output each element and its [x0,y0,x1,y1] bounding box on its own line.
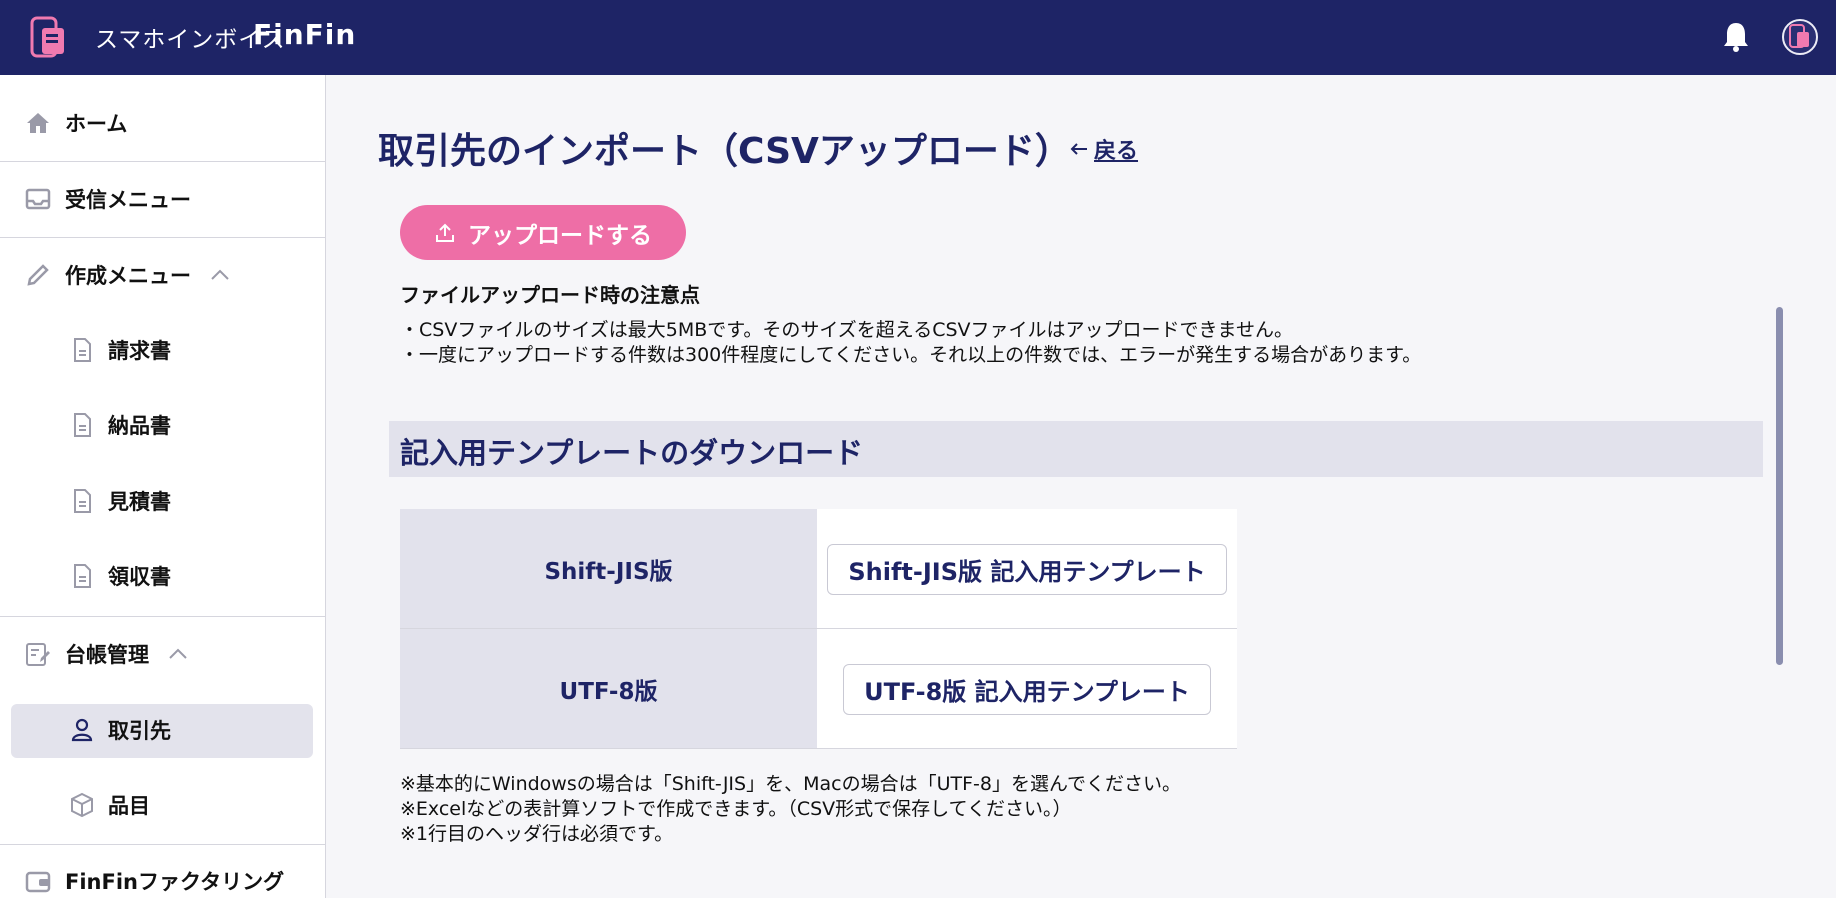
sidebar-item-home[interactable]: ホーム [0,105,325,141]
document-icon [74,489,91,513]
sidebar-item-label: 取引先 [108,719,171,743]
avatar-logo-icon [1789,24,1809,48]
sidebar-item-delivery[interactable]: 納品書 [0,407,325,443]
divider [0,237,325,238]
sidebar-item-create-menu[interactable]: 作成メニュー [0,257,325,293]
wallet-icon [25,871,51,893]
arrow-left-icon [1070,143,1087,155]
document-icon [74,338,91,362]
brand-name: FinFin [253,18,357,51]
user-avatar[interactable] [1782,19,1818,55]
notice-title: ファイルアップロード時の注意点 [400,283,700,307]
upload-icon [436,223,454,242]
sidebar-item-label: FinFinファクタリング [65,870,285,894]
template-row: Shift-JIS版 Shift-JIS版 記入用テンプレート [400,509,1237,629]
section-title: 記入用テンプレートのダウンロード [400,436,864,470]
sidebar: ホーム 受信メニュー 作成メニュー 請求書 納品書 見積書 領収書 台帳管理 取… [0,75,326,898]
sidebar-item-ledger[interactable]: 台帳管理 [0,636,325,672]
person-icon [71,718,93,742]
divider [0,844,325,845]
sidebar-item-label: ホーム [65,112,128,136]
template-row-head: Shift-JIS版 [400,509,817,629]
document-icon [74,413,91,437]
template-row-cell: Shift-JIS版 記入用テンプレート [817,509,1237,629]
sidebar-item-estimate[interactable]: 見積書 [0,483,325,519]
template-row-head: UTF-8版 [400,629,817,749]
row-divider [400,748,1237,749]
sidebar-item-receipt[interactable]: 領収書 [0,558,325,594]
divider [0,616,325,617]
divider [0,161,325,162]
footnote: ※Excelなどの表計算ソフトで作成できます。（CSV形式で保存してください。） [400,798,1072,820]
sidebar-item-label: 納品書 [108,414,171,438]
page-title: 取引先のインポート（CSVアップロード） [378,131,1071,172]
upload-button[interactable]: アップロードする [400,205,686,260]
sidebar-item-label: 台帳管理 [65,643,149,667]
notice-line: ・CSVファイルのサイズは最大5MBです。そのサイズを超えるCSVファイルはアッ… [400,319,1293,341]
template-table: Shift-JIS版 Shift-JIS版 記入用テンプレート UTF-8版 U… [400,509,1237,749]
download-shift-jis-button[interactable]: Shift-JIS版 記入用テンプレート [827,543,1227,595]
sidebar-item-inbox[interactable]: 受信メニュー [0,181,325,217]
footnote: ※基本的にWindowsの場合は「Shift-JIS」を、Macの場合は「UTF… [400,773,1182,795]
upload-button-label: アップロードする [468,222,652,249]
sidebar-item-label: 作成メニュー [65,264,191,288]
back-link-label: 戻る [1094,139,1139,164]
box-icon [71,792,93,818]
sidebar-item-invoice[interactable]: 請求書 [0,332,325,368]
home-icon [27,113,49,133]
document-icon [74,564,91,588]
chevron-up-icon[interactable] [210,269,230,281]
download-utf8-button[interactable]: UTF-8版 記入用テンプレート [843,663,1211,715]
sidebar-item-label: 請求書 [108,339,171,363]
footnote: ※1行目のヘッダ行は必須です。 [400,823,674,845]
pencil-icon [27,264,49,286]
template-row: UTF-8版 UTF-8版 記入用テンプレート [400,629,1237,749]
sidebar-item-clients[interactable]: 取引先 [0,712,325,748]
scrollbar[interactable] [1776,307,1783,665]
notification-bell-icon[interactable] [1720,20,1752,54]
sidebar-item-factoring[interactable]: FinFinファクタリング [0,863,325,898]
inbox-icon [25,188,51,210]
sidebar-item-label: 領収書 [108,565,171,589]
notice-line: ・一度にアップロードする件数は300件程度にしてください。それ以上の件数では、エ… [400,344,1422,366]
template-row-cell: UTF-8版 記入用テンプレート [817,629,1237,749]
back-link[interactable]: 戻る [1070,133,1138,165]
chevron-up-icon[interactable] [168,648,188,660]
sidebar-item-label: 品目 [108,794,150,818]
ledger-icon [26,643,50,666]
top-header: スマホインボイス FinFin [0,0,1836,75]
sidebar-item-label: 受信メニュー [65,188,191,212]
sidebar-item-label: 見積書 [108,490,171,514]
app-logo-icon[interactable] [30,14,66,60]
sidebar-item-items[interactable]: 品目 [0,787,325,823]
